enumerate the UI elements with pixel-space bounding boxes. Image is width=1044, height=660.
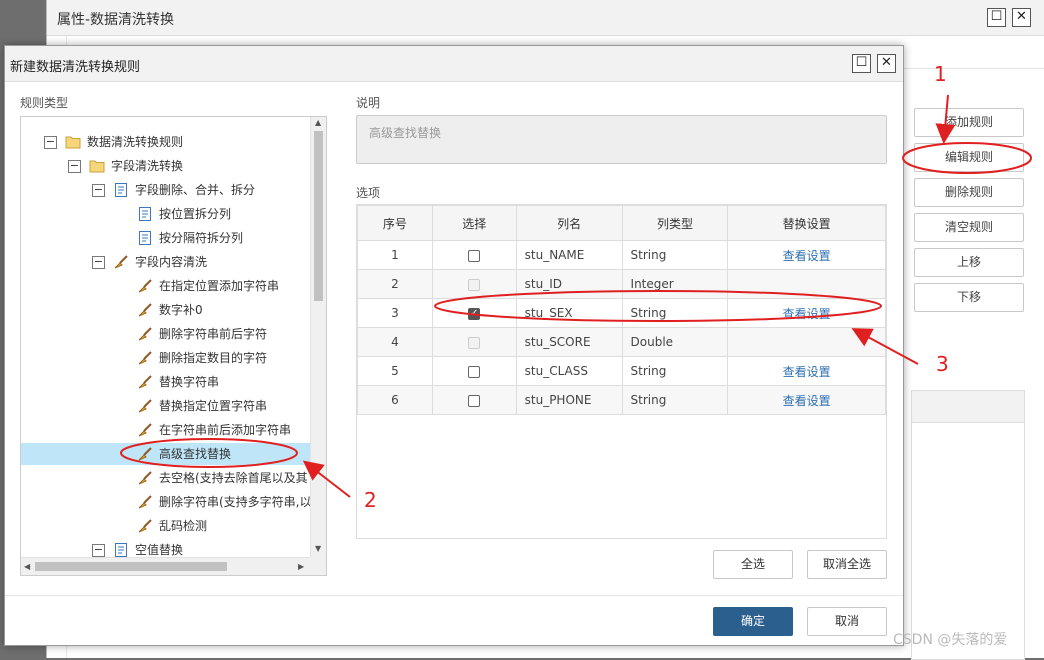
- annotation-layer: [120, 94, 1032, 498]
- highlight-table-row-ellipse: [434, 290, 882, 322]
- highlight-edit-rule-ellipse: [902, 142, 1032, 174]
- annotation-2: 2: [364, 488, 377, 512]
- arrow-1: [935, 94, 956, 144]
- watermark: CSDN @失落的爱: [893, 632, 1008, 648]
- highlight-tree-node-ellipse: [120, 438, 298, 468]
- annotation-3: 3: [936, 352, 949, 376]
- arrow-3: [851, 328, 919, 365]
- arrow-2: [302, 460, 351, 498]
- annotation-1: 1: [934, 62, 947, 86]
